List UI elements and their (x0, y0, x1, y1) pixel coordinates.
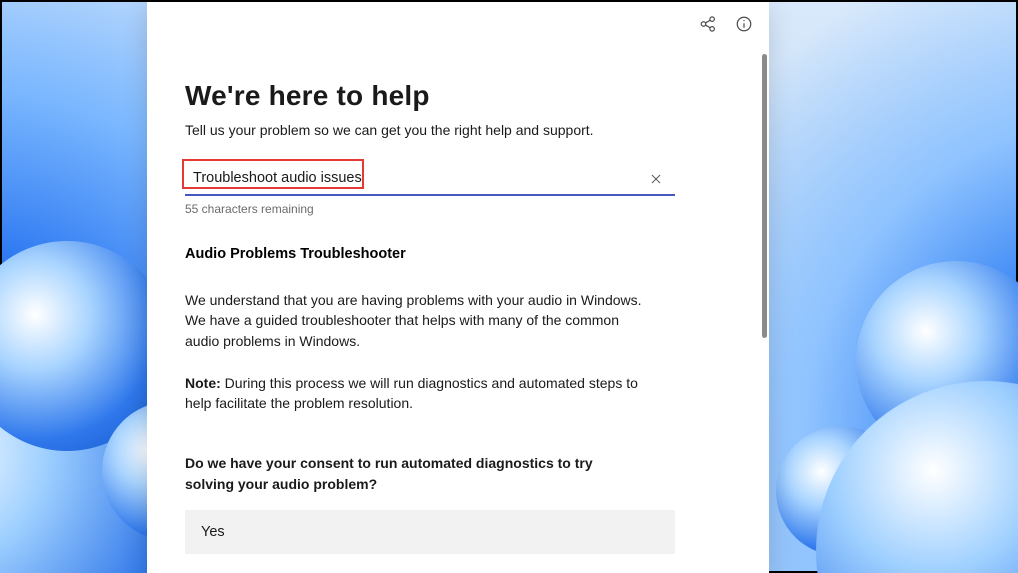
problem-search-input[interactable] (185, 162, 675, 196)
get-help-window: We're here to help Tell us your problem … (147, 2, 769, 573)
share-icon[interactable] (693, 9, 723, 39)
result-intro-text: We understand that you are having proble… (185, 290, 655, 351)
consent-yes-button[interactable]: Yes (185, 510, 675, 554)
close-icon (649, 172, 663, 186)
clear-input-button[interactable] (641, 164, 671, 194)
help-content: We're here to help Tell us your problem … (147, 46, 769, 554)
scrollbar-thumb[interactable] (762, 54, 767, 338)
character-counter: 55 characters remaining (185, 202, 731, 216)
result-note-text: Note: During this process we will run di… (185, 373, 655, 414)
note-label: Note: (185, 375, 221, 391)
page-title: We're here to help (185, 80, 731, 112)
info-icon[interactable] (729, 9, 759, 39)
consent-question: Do we have your consent to run automated… (185, 453, 625, 494)
search-field-wrap (185, 162, 675, 196)
window-titlebar (147, 2, 769, 46)
note-body: During this process we will run diagnost… (185, 375, 638, 411)
page-subtitle: Tell us your problem so we can get you t… (185, 122, 731, 138)
result-title: Audio Problems Troubleshooter (185, 246, 731, 262)
